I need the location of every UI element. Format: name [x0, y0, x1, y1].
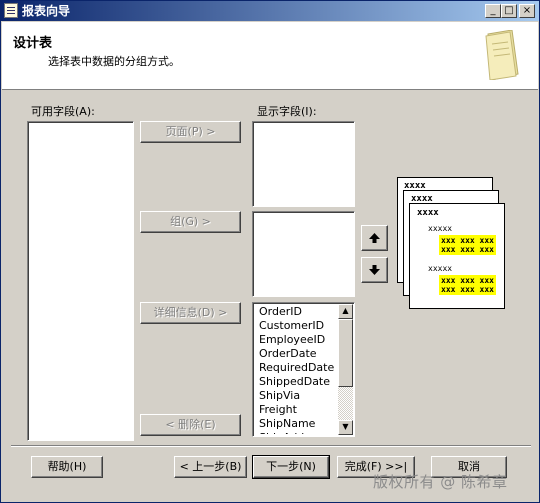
back-button[interactable]: < 上一步(B)	[174, 456, 247, 478]
detail-field-item[interactable]: CustomerID	[255, 319, 338, 333]
remove-button[interactable]: < 删除(E)	[140, 414, 241, 436]
report-app-icon	[4, 3, 18, 18]
scroll-up-icon[interactable]: ▲	[338, 304, 353, 319]
preview-detail-block-2: xxx xxx xxx xxx xxx xxx	[439, 275, 496, 295]
detail-field-item[interactable]: ShipVia	[255, 389, 338, 403]
detail-field-item[interactable]: OrderDate	[255, 347, 338, 361]
arrow-up-icon	[369, 233, 380, 243]
move-down-button[interactable]	[361, 257, 388, 283]
preview-group-label-2: xxxxx	[428, 264, 453, 273]
arrow-down-icon	[369, 265, 380, 275]
detail-field-item[interactable]: RequiredDate	[255, 361, 338, 375]
displayed-fields-label: 显示字段(I):	[257, 105, 317, 118]
detail-field-item[interactable]: Freight	[255, 403, 338, 417]
available-fields-list[interactable]	[27, 121, 134, 441]
page-title: 设计表	[13, 36, 53, 51]
available-fields-label: 可用字段(A):	[31, 105, 95, 118]
page-subtitle: 选择表中数据的分组方式。	[48, 55, 180, 68]
preview-group-label-1: xxxxx	[428, 224, 453, 233]
copyright-watermark: 版权所有 @ 陈希章	[373, 473, 508, 491]
detail-fields-list[interactable]: OrderID CustomerID EmployeeID OrderDate Requ…	[252, 302, 355, 437]
detail-field-items: OrderID CustomerID EmployeeID OrderDate Requ…	[255, 305, 338, 434]
preview-page-label-3: xxxx	[417, 208, 439, 218]
scroll-thumb[interactable]	[338, 319, 353, 387]
detail-fields-scrollbar[interactable]: ▲ ▼	[338, 304, 353, 435]
page-fields-list[interactable]	[252, 121, 355, 207]
help-button[interactable]: 帮助(H)	[31, 456, 103, 478]
group-fields-list[interactable]	[252, 211, 355, 297]
report-wizard-window: 报表向导 _ □ × 设计表 选择表中数据的分组方式。 可用字段(A): 页面(…	[0, 0, 540, 503]
next-button[interactable]: 下一步(N)	[252, 455, 330, 479]
move-to-group-button[interactable]: 组(G) >	[140, 211, 241, 233]
detail-field-item[interactable]: OrderID	[255, 305, 338, 319]
detail-field-item[interactable]: ShippedDate	[255, 375, 338, 389]
window-title: 报表向导	[22, 4, 71, 18]
move-to-details-button[interactable]: 详细信息(D) >	[140, 302, 241, 324]
wizard-header: 设计表 选择表中数据的分组方式。	[2, 22, 538, 90]
move-to-page-button[interactable]: 页面(P) >	[140, 121, 241, 143]
layout-preview: xxxx xxxx xxxx xxxxx xxx xxx xxx xxx xxx…	[397, 177, 507, 309]
close-button[interactable]: ×	[519, 4, 535, 18]
move-up-button[interactable]	[361, 225, 388, 251]
preview-detail-block-1: xxx xxx xxx xxx xxx xxx	[439, 235, 496, 255]
scroll-down-icon[interactable]: ▼	[338, 420, 353, 435]
footer-divider	[11, 445, 531, 447]
minimize-button[interactable]: _	[485, 4, 501, 18]
maximize-button[interactable]: □	[501, 4, 517, 18]
detail-field-item[interactable]: ShipAdd	[255, 431, 338, 434]
preview-page-3: xxxx xxxxx xxx xxx xxx xxx xxx xxx xxxxx…	[409, 203, 505, 309]
document-icon	[485, 30, 519, 80]
detail-field-item[interactable]: EmployeeID	[255, 333, 338, 347]
title-bar[interactable]: 报表向导 _ □ ×	[1, 1, 539, 21]
detail-field-item[interactable]: ShipName	[255, 417, 338, 431]
